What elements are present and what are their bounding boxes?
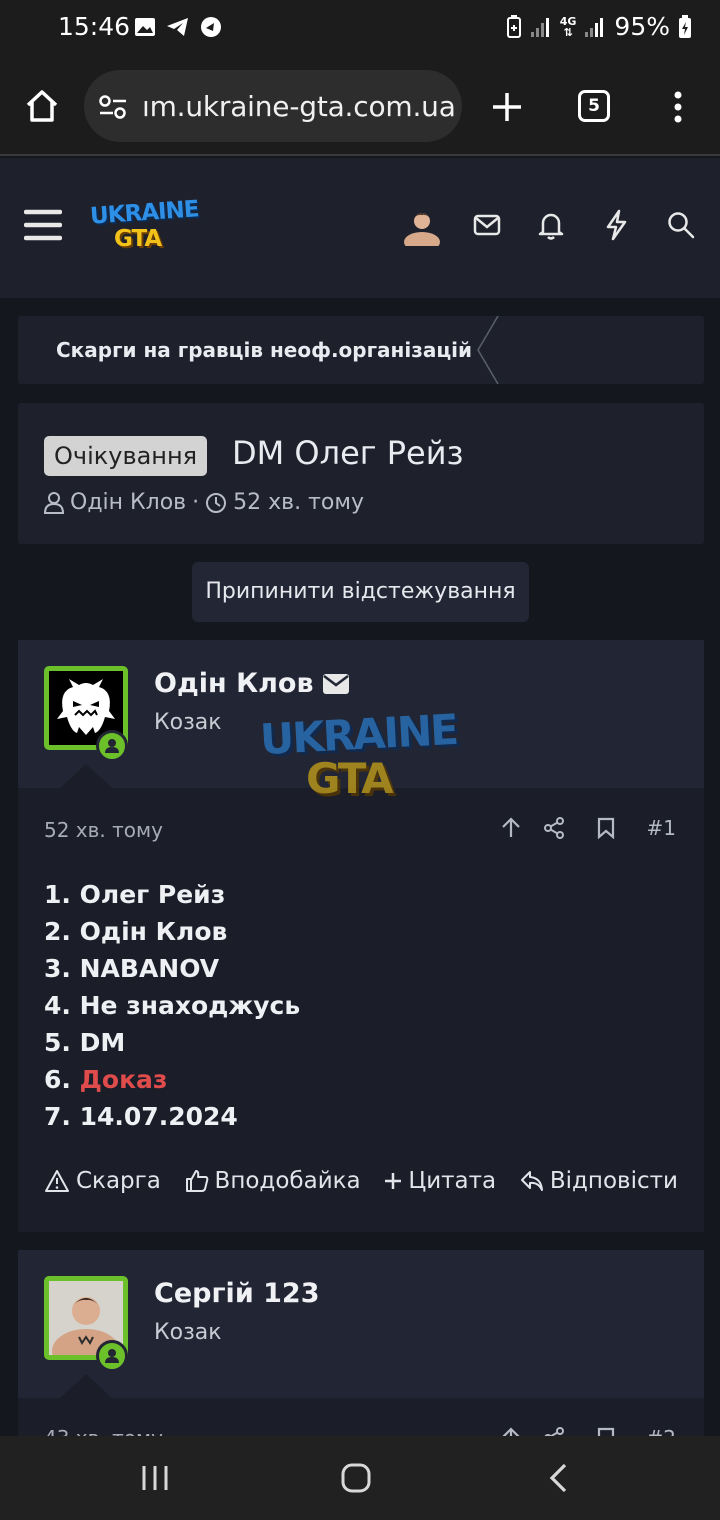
bookmark-icon[interactable] (597, 817, 615, 839)
url-text: ım.ukraine-gta.com.ua (142, 90, 456, 123)
tab-switcher-button[interactable]: 5 (578, 90, 610, 122)
meta-separator: · (192, 490, 200, 515)
warning-icon (45, 1170, 69, 1192)
site-watermark-logo: UKRAINE GTA (259, 705, 470, 810)
watermark-bottom-text: GTA (306, 754, 394, 803)
site-settings-icon[interactable] (98, 94, 128, 120)
arrow-up-icon[interactable] (501, 1427, 521, 1436)
hamburger-icon[interactable] (24, 208, 62, 242)
status-bar: 15:46 4G ⇅ 95% (0, 0, 720, 58)
thread-header: Очікування DM Олег Рейз Одін Клов · 52 х… (18, 403, 704, 544)
online-status-icon (96, 1340, 128, 1372)
breadcrumb[interactable]: Скарги на гравців неоф.організацій (18, 316, 704, 384)
thread-author[interactable]: Одін Клов (70, 490, 186, 515)
battery-icon (679, 14, 691, 38)
mail-icon[interactable] (322, 673, 350, 695)
list-item: 3. NABANOV (44, 954, 220, 983)
post-time[interactable]: 52 хв. тому (44, 818, 163, 842)
post-user-header: Сергій 123 Козак (18, 1250, 704, 1398)
home-button-icon[interactable] (340, 1462, 372, 1494)
bolt-icon[interactable] (604, 209, 628, 241)
post: Сергій 123 Козак 43 хв. тому #2 (18, 1250, 704, 1436)
mail-icon[interactable] (473, 213, 501, 237)
post-number[interactable]: #1 (647, 816, 676, 840)
quote-button[interactable]: Цитата (384, 1168, 496, 1194)
share-icon[interactable] (543, 1427, 565, 1436)
report-button[interactable]: Скарга (44, 1168, 161, 1194)
back-icon[interactable] (546, 1462, 570, 1494)
online-status-icon (96, 730, 128, 762)
user-avatar-image (404, 213, 440, 246)
bookmark-icon[interactable] (597, 1427, 615, 1436)
gallery-icon (135, 18, 155, 36)
unwatch-button[interactable]: Припинити відстежування (192, 562, 529, 622)
battery-saver-icon (506, 14, 521, 38)
post-number[interactable]: #2 (647, 1426, 676, 1436)
address-bar[interactable]: ım.ukraine-gta.com.ua (84, 70, 462, 142)
logo-top-text: UKRAINE (89, 196, 200, 230)
plus-icon (385, 1173, 402, 1189)
post-username-text[interactable]: Сергій 123 (154, 1278, 320, 1309)
arrow-up-icon[interactable] (501, 817, 521, 839)
proof-link[interactable]: Доказ (80, 1065, 168, 1094)
list-item: 2. Одін Клов (44, 917, 228, 946)
post-username-text[interactable]: Одін Клов (154, 668, 314, 699)
post-caret (60, 1374, 112, 1398)
post-actions: Скарга Вподобайка Цитата Відповісти (44, 1168, 678, 1194)
post-user-title: Козак (154, 1320, 222, 1345)
menu-dots-icon[interactable] (670, 90, 686, 124)
recent-apps-icon[interactable] (140, 1464, 170, 1492)
post-content: 1. Олег Рейз 2. Одін Клов 3. NABANOV 4. … (44, 876, 300, 1135)
logo-bottom-text: GTA (114, 226, 162, 252)
post-user-title: Козак (154, 710, 222, 735)
post-time[interactable]: 43 хв. тому (44, 1426, 163, 1436)
like-button[interactable]: Вподобайка (185, 1168, 361, 1194)
list-item: 5. DM (44, 1028, 126, 1057)
list-item: 4. Не знаходжусь (44, 991, 301, 1020)
thread-meta: Одін Клов · 52 хв. тому (44, 490, 364, 515)
thread-time[interactable]: 52 хв. тому (233, 490, 364, 515)
site-logo[interactable]: UKRAINE GTA (89, 196, 200, 258)
battery-percent: 95% (614, 12, 670, 41)
telegram-icon (167, 18, 188, 36)
system-navigation-bar (0, 1436, 720, 1520)
page-title: DM Олег Рейз (232, 434, 464, 472)
list-item: 7. 14.07.2024 (44, 1102, 238, 1131)
home-icon[interactable] (24, 88, 60, 124)
avatar[interactable] (402, 206, 442, 246)
new-tab-icon[interactable] (490, 90, 524, 124)
network-type: 4G ⇅ (559, 14, 577, 39)
reply-icon (520, 1171, 543, 1191)
signal-icon-2 (585, 17, 604, 37)
signal-icon (530, 17, 549, 37)
clock-icon (206, 492, 227, 513)
search-icon[interactable] (667, 211, 695, 239)
browser-toolbar: ım.ukraine-gta.com.ua 5 (0, 58, 720, 156)
list-item: 1. Олег Рейз (44, 880, 226, 909)
post-tools: #2 (501, 1426, 676, 1436)
post-username[interactable]: Одін Клов (154, 668, 350, 699)
reply-button[interactable]: Відповісти (520, 1168, 678, 1194)
breadcrumb-arrow (477, 316, 499, 384)
user-icon (44, 491, 64, 514)
site-header: UKRAINE GTA (0, 158, 720, 298)
app-notification-icon (201, 17, 221, 37)
post-caret (60, 764, 112, 788)
post-tools: #1 (501, 816, 676, 840)
bell-icon[interactable] (538, 210, 564, 240)
thumbs-up-icon (185, 1170, 208, 1192)
list-item: 6. Доказ (44, 1065, 168, 1094)
thread-prefix-badge[interactable]: Очікування (44, 436, 208, 476)
breadcrumb-label: Скарги на гравців неоф.організацій (56, 338, 473, 362)
share-icon[interactable] (543, 817, 565, 839)
post-username[interactable]: Сергій 123 (154, 1278, 320, 1309)
status-time: 15:46 (58, 12, 131, 41)
